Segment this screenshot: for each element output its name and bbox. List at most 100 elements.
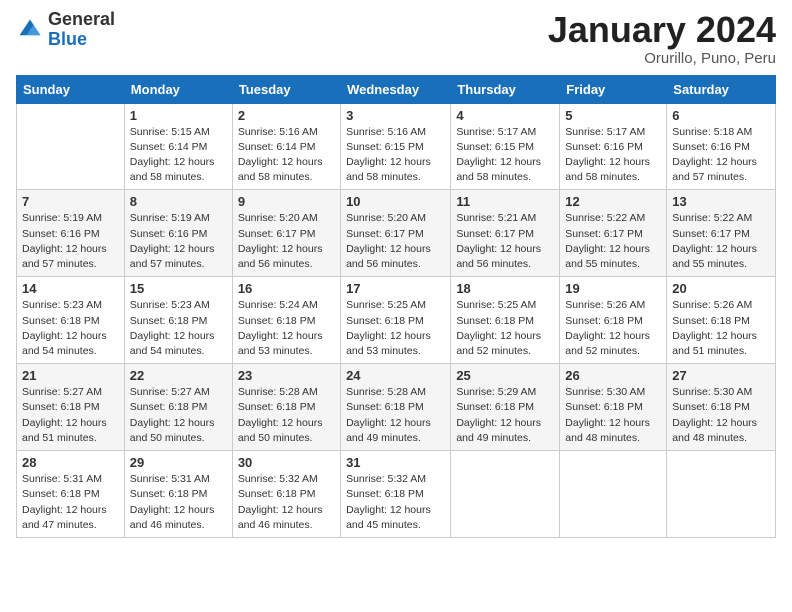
calendar-title: January 2024	[548, 10, 776, 50]
sunrise-text: Sunrise: 5:20 AM	[346, 212, 426, 224]
daylight-text: Daylight: 12 hours and 50 minutes.	[130, 417, 215, 444]
day-info: Sunrise: 5:16 AMSunset: 6:14 PMDaylight:…	[238, 125, 335, 186]
daylight-text: Daylight: 12 hours and 49 minutes.	[346, 417, 431, 444]
day-cell-w2-d6: 12 Sunrise: 5:22 AMSunset: 6:17 PMDayligh…	[560, 190, 667, 277]
page: General Blue January 2024 Orurillo, Puno…	[0, 0, 792, 612]
sunset-text: Sunset: 6:17 PM	[672, 228, 750, 240]
day-info: Sunrise: 5:15 AMSunset: 6:14 PMDaylight:…	[130, 125, 227, 186]
sunset-text: Sunset: 6:15 PM	[456, 141, 534, 153]
sunset-text: Sunset: 6:16 PM	[565, 141, 643, 153]
sunset-text: Sunset: 6:18 PM	[22, 315, 100, 327]
week-row-5: 28Sunrise: 5:31 AMSunset: 6:18 PMDayligh…	[17, 451, 776, 538]
day-info: Sunrise: 5:30 AMSunset: 6:18 PMDaylight:…	[565, 385, 661, 446]
daylight-text: Daylight: 12 hours and 58 minutes.	[456, 156, 541, 183]
logo-icon	[16, 16, 44, 44]
daylight-text: Daylight: 12 hours and 55 minutes.	[565, 243, 650, 270]
daylight-text: Daylight: 12 hours and 46 minutes.	[238, 504, 323, 531]
day-info: Sunrise: 5:19 AMSunset: 6:16 PMDaylight:…	[22, 211, 119, 272]
week-row-2: 7Sunrise: 5:19 AMSunset: 6:16 PMDaylight…	[17, 190, 776, 277]
sunrise-text: Sunrise: 5:25 AM	[456, 299, 536, 311]
day-number: 16	[238, 281, 335, 296]
day-number: 13	[672, 194, 770, 209]
daylight-text: Daylight: 12 hours and 51 minutes.	[672, 330, 757, 357]
daylight-text: Daylight: 12 hours and 58 minutes.	[565, 156, 650, 183]
day-info: Sunrise: 5:23 AM Sunset: 6:18 PM Daylight:…	[22, 298, 119, 359]
sunrise-text: Sunrise: 5:29 AM	[456, 386, 536, 398]
day-number: 3	[346, 108, 445, 123]
day-info: Sunrise: 5:27 AM Sunset: 6:18 PM Daylight:…	[130, 385, 227, 446]
daylight-text: Daylight: 12 hours and 57 minutes.	[130, 243, 215, 270]
day-cell-w2-d5: 11Sunrise: 5:21 AMSunset: 6:17 PMDayligh…	[451, 190, 560, 277]
title-block: January 2024 Orurillo, Puno, Peru	[548, 10, 776, 67]
day-cell-w3-d6: 19Sunrise: 5:26 AMSunset: 6:18 PMDayligh…	[560, 277, 667, 364]
sunset-text: Sunset: 6:18 PM	[565, 401, 643, 413]
sunrise-text: Sunrise: 5:16 AM	[238, 126, 318, 138]
sunset-text: Sunset: 6:18 PM	[672, 401, 750, 413]
daylight-text: Daylight: 12 hours and 52 minutes.	[565, 330, 650, 357]
sunrise-text: Sunrise: 5:21 AM	[456, 212, 536, 224]
day-number: 2	[238, 108, 335, 123]
daylight-text: Daylight: 12 hours and 57 minutes.	[672, 156, 757, 183]
daylight-text: Daylight: 12 hours and 58 minutes.	[238, 156, 323, 183]
day-cell-w3-d3: 16 Sunrise: 5:24 AMSunset: 6:18 PMDayligh…	[232, 277, 340, 364]
day-info: Sunrise: 5:30 AMSunset: 6:18 PMDaylight:…	[672, 385, 770, 446]
sunset-text: Sunset: 6:18 PM	[130, 315, 208, 327]
sunrise-text: Sunrise: 5:30 AM	[565, 386, 645, 398]
sunset-text: Sunset: 6:18 PM	[456, 401, 534, 413]
day-info: Sunrise: 5:25 AMSunset: 6:18 PMDaylight:…	[456, 298, 554, 359]
daylight-text: Daylight: 12 hours and 46 minutes.	[130, 504, 215, 531]
day-cell-w2-d2: 8Sunrise: 5:19 AMSunset: 6:16 PMDaylight…	[124, 190, 232, 277]
header-tuesday: Tuesday	[232, 75, 340, 103]
day-cell-w5-d2: 29Sunrise: 5:31 AMSunset: 6:18 PMDayligh…	[124, 451, 232, 538]
sunrise-text: Sunrise: 5:17 AM	[565, 126, 645, 138]
day-cell-w1-d7: 6Sunrise: 5:18 AMSunset: 6:16 PMDaylight…	[667, 103, 776, 190]
sunset-text: Sunset: 6:18 PM	[238, 401, 316, 413]
day-cell-w4-d4: 24Sunrise: 5:28 AMSunset: 6:18 PMDayligh…	[341, 364, 451, 451]
sunrise-text: Sunrise: 5:30 AM	[672, 386, 752, 398]
sunrise-text: Sunrise: 5:31 AM	[22, 473, 102, 485]
day-cell-w3-d4: 17Sunrise: 5:25 AMSunset: 6:18 PMDayligh…	[341, 277, 451, 364]
sunrise-text: Sunrise: 5:19 AM	[22, 212, 102, 224]
day-cell-w1-d2: 1 Sunrise: 5:15 AMSunset: 6:14 PMDaylight…	[124, 103, 232, 190]
day-info: Sunrise: 5:31 AMSunset: 6:18 PMDaylight:…	[22, 472, 119, 533]
day-cell-w1-d4: 3Sunrise: 5:16 AMSunset: 6:15 PMDaylight…	[341, 103, 451, 190]
sunrise-text: Sunrise: 5:32 AM	[238, 473, 318, 485]
daylight-text: Daylight: 12 hours and 54 minutes.	[22, 330, 107, 357]
sunrise-text: Sunrise: 5:28 AM	[346, 386, 426, 398]
day-number: 7	[22, 194, 119, 209]
day-number: 25	[456, 368, 554, 383]
daylight-text: Daylight: 12 hours and 56 minutes.	[346, 243, 431, 270]
header-thursday: Thursday	[451, 75, 560, 103]
sunrise-text: Sunrise: 5:23 AM	[22, 299, 102, 311]
day-cell-w4-d7: 27Sunrise: 5:30 AMSunset: 6:18 PMDayligh…	[667, 364, 776, 451]
daylight-text: Daylight: 12 hours and 49 minutes.	[456, 417, 541, 444]
day-number: 30	[238, 455, 335, 470]
daylight-text: Daylight: 12 hours and 51 minutes.	[22, 417, 107, 444]
day-number: 21	[22, 368, 119, 383]
daylight-text: Daylight: 12 hours and 58 minutes.	[346, 156, 431, 183]
day-cell-w1-d6: 5Sunrise: 5:17 AMSunset: 6:16 PMDaylight…	[560, 103, 667, 190]
day-info: Sunrise: 5:22 AMSunset: 6:17 PMDaylight:…	[565, 211, 661, 272]
day-cell-w4-d2: 22Sunrise: 5:27 AMSunset: 6:18 PMDayligh…	[124, 364, 232, 451]
sunrise-text: Sunrise: 5:27 AM	[130, 386, 210, 398]
header: General Blue January 2024 Orurillo, Puno…	[16, 10, 776, 67]
daylight-text: Daylight: 12 hours and 55 minutes.	[672, 243, 757, 270]
day-number: 1	[130, 108, 227, 123]
day-info: Sunrise: 5:27 AMSunset: 6:18 PMDaylight:…	[22, 385, 119, 446]
sunset-text: Sunset: 6:15 PM	[346, 141, 424, 153]
day-info: Sunrise: 5:29 AM Sunset: 6:18 PM Daylight:…	[456, 385, 554, 446]
week-row-1: 1 Sunrise: 5:15 AMSunset: 6:14 PMDaylight…	[17, 103, 776, 190]
day-info: Sunrise: 5:17 AMSunset: 6:15 PMDaylight:…	[456, 125, 554, 186]
sunset-text: Sunset: 6:16 PM	[130, 228, 208, 240]
day-number: 6	[672, 108, 770, 123]
day-info: Sunrise: 5:24 AMSunset: 6:18 PMDaylight:…	[238, 298, 335, 359]
daylight-text: Daylight: 12 hours and 56 minutes.	[238, 243, 323, 270]
calendar-location: Orurillo, Puno, Peru	[548, 50, 776, 67]
day-info: Sunrise: 5:28 AMSunset: 6:18 PMDaylight:…	[238, 385, 335, 446]
daylight-text: Daylight: 12 hours and 50 minutes.	[238, 417, 323, 444]
sunset-text: Sunset: 6:18 PM	[130, 401, 208, 413]
day-number: 31	[346, 455, 445, 470]
day-number: 12	[565, 194, 661, 209]
day-cell-w5-d6	[560, 451, 667, 538]
sunrise-text: Sunrise: 5:22 AM	[565, 212, 645, 224]
